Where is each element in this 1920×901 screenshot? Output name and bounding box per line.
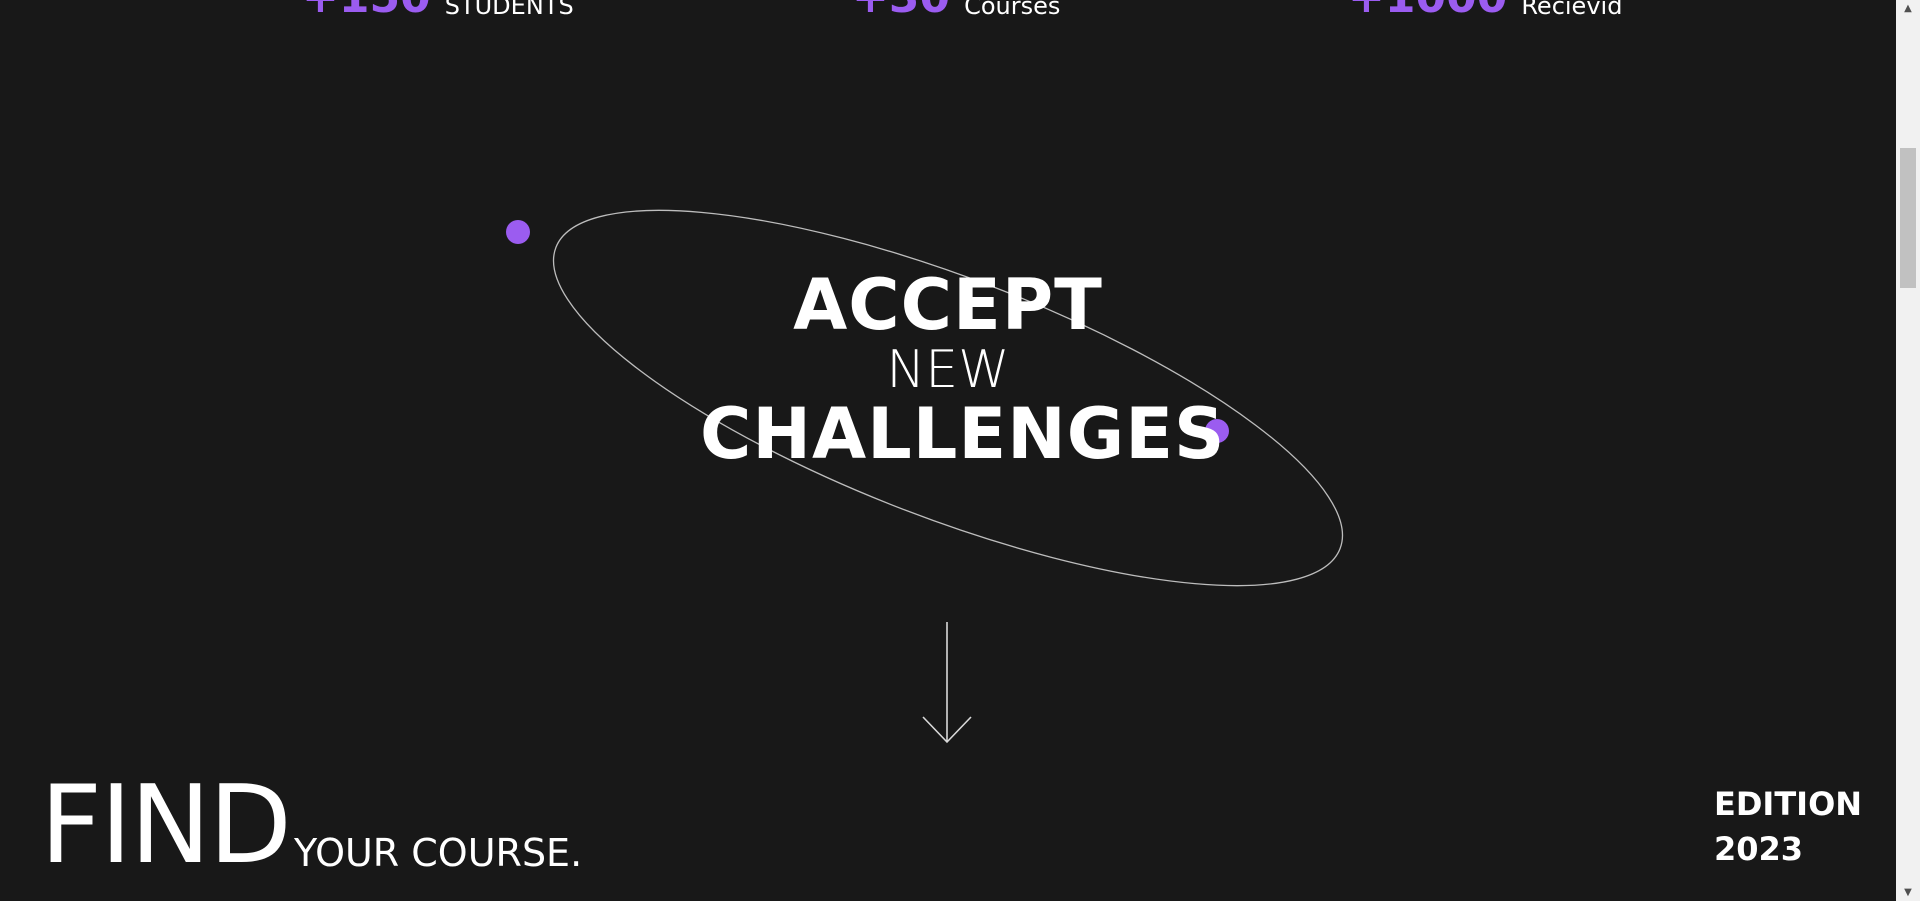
- arrow-down-icon[interactable]: [922, 622, 972, 744]
- hero-line-challenges: CHALLENGES: [700, 393, 1226, 476]
- triangle-down-icon[interactable]: ▼: [1896, 884, 1920, 901]
- hero-title: ACCEPT NEW CHALLENGES: [700, 264, 1226, 476]
- scrollbar-thumb[interactable]: [1900, 148, 1916, 288]
- hero-line-new: NEW: [886, 340, 1010, 400]
- find-course-headline: FIND YOUR COURSE.: [40, 763, 583, 888]
- orbit-dot-left: [506, 220, 530, 244]
- triangle-up-icon[interactable]: ▲: [1896, 0, 1920, 17]
- headline-big: FIND: [40, 763, 292, 888]
- hero-line-accept: ACCEPT: [793, 264, 1103, 346]
- edition-label: EDITION 2023: [1714, 782, 1862, 872]
- vertical-scrollbar[interactable]: ▲ ▼: [1896, 0, 1920, 901]
- edition-line: EDITION: [1714, 785, 1863, 823]
- headline-small: YOUR COURSE.: [293, 830, 583, 875]
- edition-year: 2023: [1714, 830, 1804, 868]
- page: +150 STUDENTS +30 Courses +1000 Recievid…: [0, 0, 1920, 901]
